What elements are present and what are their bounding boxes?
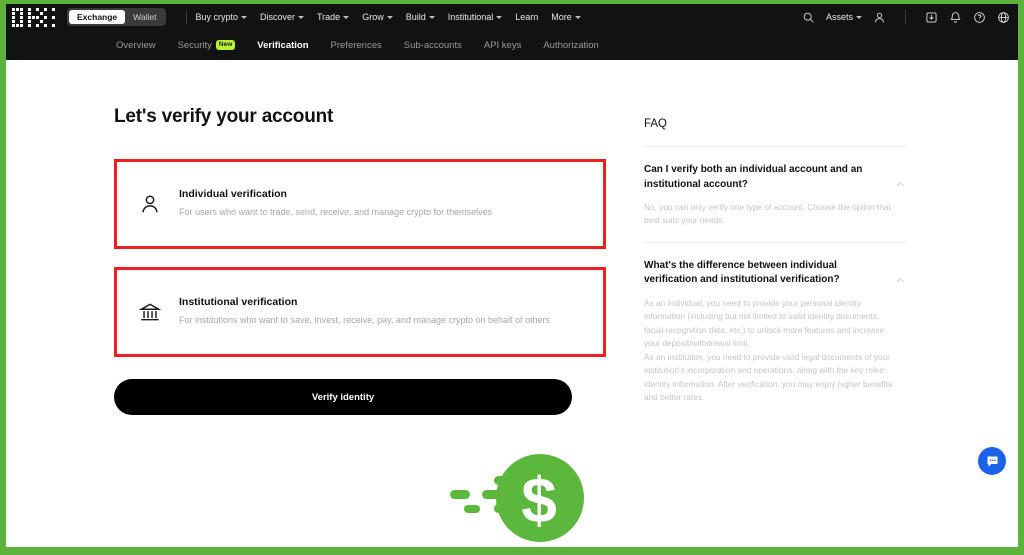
subnav-label: Sub-accounts (403, 39, 462, 51)
subnav-item-authorization[interactable]: Authorization (543, 40, 598, 51)
segment-exchange[interactable]: Exchange (69, 10, 126, 24)
new-badge: New (215, 40, 236, 50)
chevron-down-icon (496, 15, 503, 19)
top-right-actions: Assets (802, 10, 1010, 24)
option-text-block: Institutional verification For instituti… (179, 296, 550, 327)
account-subnav: Overview Security New Verification Prefe… (6, 30, 1018, 60)
nav-item-trade[interactable]: Trade (317, 12, 350, 22)
faq-title: FAQ (644, 118, 668, 130)
screenshot-frame: Exchange Wallet Buy crypto Discover Trad… (0, 0, 1024, 555)
faq-divider (644, 146, 906, 147)
option-text-block: Individual verification For users who wa… (179, 188, 492, 219)
chevron-up-icon[interactable] (895, 275, 906, 286)
chevron-down-icon (298, 15, 305, 19)
institutional-verification-highlight: Institutional verification For instituti… (114, 267, 606, 357)
chevron-up-icon[interactable] (895, 179, 906, 190)
chevron-down-icon (574, 15, 581, 19)
download-icon[interactable] (925, 11, 938, 24)
exchange-wallet-toggle[interactable]: Exchange Wallet (67, 8, 167, 26)
subnav-item-overview[interactable]: Overview (116, 40, 156, 51)
nav-label: Trade (317, 12, 341, 22)
person-icon[interactable] (873, 11, 886, 24)
subnav-label: Preferences (330, 39, 382, 51)
option-description: For institutions who want to save, inves… (179, 315, 551, 326)
chevron-down-icon (428, 15, 435, 19)
chevron-down-icon (343, 15, 350, 19)
option-institutional-verification[interactable]: Institutional verification For instituti… (117, 270, 603, 354)
faq-divider (644, 241, 906, 243)
option-title: Individual verification (179, 188, 287, 201)
help-circle-icon[interactable] (973, 11, 986, 24)
chevron-down-icon (241, 15, 247, 19)
subnav-item-sub-accounts[interactable]: Sub-accounts (404, 40, 462, 51)
faq-question: Can I verify both an individual account … (644, 164, 863, 190)
subnav-label: Verification (257, 39, 309, 51)
option-description: For users who want to trade, send, recei… (179, 207, 493, 218)
nav-divider (186, 10, 188, 24)
page-title: Let's verify your account (114, 106, 334, 127)
faq-question-row[interactable]: Can I verify both an individual account … (644, 163, 906, 192)
individual-verification-highlight: Individual verification For users who wa… (114, 159, 606, 249)
svg-text:$: $ (521, 464, 557, 536)
person-icon (142, 195, 158, 213)
globe-icon[interactable] (997, 11, 1010, 24)
subnav-item-api-keys[interactable]: API keys (484, 40, 522, 51)
faq-item: What's the difference between individual… (644, 259, 906, 405)
subnav-item-preferences[interactable]: Preferences (331, 40, 382, 51)
nav-item-more[interactable]: More (551, 12, 581, 22)
bell-icon[interactable] (949, 11, 962, 24)
option-title: Institutional verification (179, 296, 298, 309)
subnav-item-verification[interactable]: Verification (257, 40, 308, 51)
nav-label: Build (405, 12, 426, 22)
verify-identity-button[interactable]: Verify identity (114, 379, 572, 415)
subnav-label: Security (177, 39, 212, 51)
okx-logo[interactable] (12, 7, 55, 27)
assets-dropdown[interactable]: Assets (826, 12, 862, 22)
chevron-down-icon (386, 15, 393, 19)
segment-wallet[interactable]: Wallet (125, 10, 164, 24)
subnav-label: Authorization (543, 39, 599, 51)
search-icon[interactable] (802, 11, 815, 24)
page-root: Exchange Wallet Buy crypto Discover Trad… (6, 4, 1018, 547)
chevron-down-icon (856, 15, 862, 19)
nav-item-build[interactable]: Build (406, 12, 435, 22)
nav-label: Institutional (447, 12, 494, 22)
nav-item-learn[interactable]: Learn (515, 12, 538, 22)
subnav-item-security[interactable]: Security New (178, 40, 236, 51)
nav-label: Learn (515, 12, 539, 22)
nav-label: Grow (362, 12, 384, 22)
faq-question: What's the difference between individual… (644, 259, 840, 286)
assets-label: Assets (825, 12, 853, 22)
chat-support-button[interactable] (978, 447, 1006, 475)
bank-icon (139, 303, 161, 321)
nav-item-grow[interactable]: Grow (362, 12, 393, 22)
primary-nav: Buy crypto Discover Trade Grow Build Ins… (195, 12, 581, 22)
subnav-label: Overview (116, 39, 156, 51)
chat-bubble-icon (987, 456, 997, 467)
faq-item: Can I verify both an individual account … (644, 163, 906, 228)
top-navigation-bar: Exchange Wallet Buy crypto Discover Trad… (6, 4, 1018, 30)
nav-label: More (551, 12, 572, 22)
nav-item-discover[interactable]: Discover (260, 12, 305, 22)
actions-divider (905, 10, 906, 24)
faq-question-row[interactable]: What's the difference between individual… (644, 259, 906, 288)
faq-answer: No, you can only verify one type of acco… (644, 202, 891, 226)
subnav-label: API keys (483, 39, 522, 51)
nav-item-buy-crypto[interactable]: Buy crypto (195, 12, 247, 22)
faq-answer: As an individual, you need to provide yo… (644, 297, 893, 402)
dollar-coin-speed-icon: $ (450, 454, 584, 542)
faq-panel: FAQ Can I verify both an individual acco… (606, 106, 906, 547)
nav-label: Buy crypto (195, 12, 238, 22)
nav-item-institutional[interactable]: Institutional (448, 12, 503, 22)
nav-label: Discover (260, 12, 296, 22)
option-individual-verification[interactable]: Individual verification For users who wa… (117, 162, 603, 246)
